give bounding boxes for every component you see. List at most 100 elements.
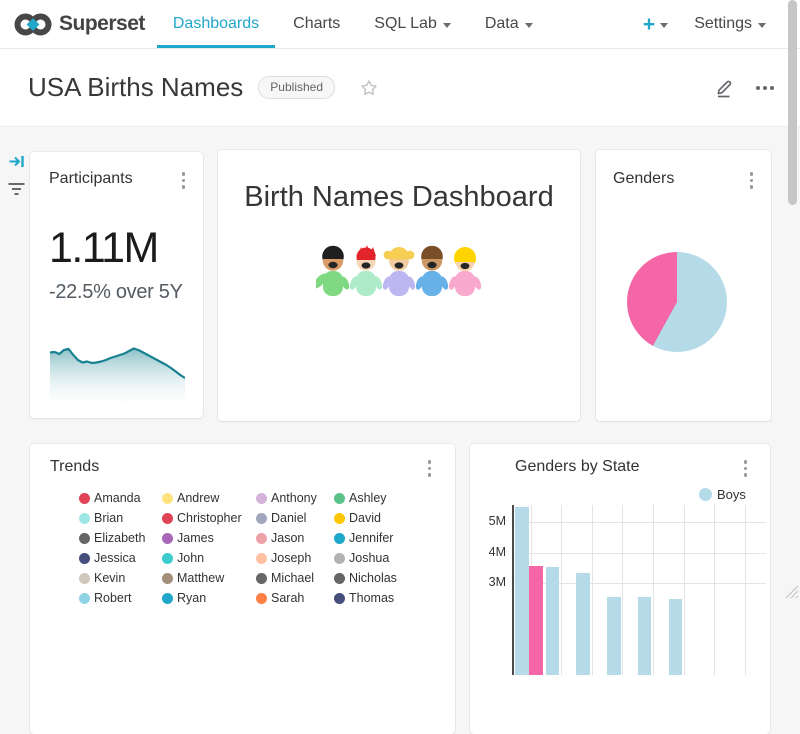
legend-swatch — [334, 553, 345, 564]
legend-label: Nicholas — [349, 571, 397, 585]
nav-item-charts[interactable]: Charts — [291, 0, 342, 48]
dashboard-header: USA Births Names Published — [0, 49, 800, 127]
more-actions-button[interactable] — [756, 82, 774, 94]
genders-pie-chart[interactable] — [627, 252, 727, 352]
nav-item-label: SQL Lab — [374, 15, 437, 33]
legend-item-jennifer[interactable]: Jennifer — [334, 531, 434, 545]
superset-brand[interactable]: Superset — [14, 11, 145, 38]
legend-item-anthony[interactable]: Anthony — [256, 491, 334, 505]
legend-item-robert[interactable]: Robert — [79, 591, 162, 605]
resize-handle-icon[interactable] — [785, 584, 799, 599]
genders-by-state-bar-chart: 5M 4M 3M — [470, 444, 770, 734]
bar-boys-g1[interactable] — [546, 567, 560, 675]
legend-label: Jennifer — [349, 531, 393, 545]
legend-label: Thomas — [349, 591, 394, 605]
legend-item-ashley[interactable]: Ashley — [334, 491, 434, 505]
settings-menu[interactable]: Settings — [694, 15, 766, 33]
nav-item-label: Charts — [293, 15, 340, 33]
legend-item-andrew[interactable]: Andrew — [162, 491, 256, 505]
caret-down-icon — [443, 23, 451, 28]
legend-swatch — [79, 533, 90, 544]
caret-down-icon — [660, 23, 668, 28]
legend-item-nicholas[interactable]: Nicholas — [334, 571, 434, 585]
legend-label: Joshua — [349, 551, 389, 565]
legend-item-david[interactable]: David — [334, 511, 434, 525]
favorite-star-button[interactable] — [359, 78, 379, 98]
expand-filter-bar-icon — [8, 153, 26, 170]
legend-swatch — [162, 593, 173, 604]
legend-swatch — [334, 593, 345, 604]
legend-item-kevin[interactable]: Kevin — [79, 571, 162, 585]
gridline — [622, 505, 623, 675]
markdown-card: Birth Names Dashboard — [218, 150, 580, 421]
legend-item-matthew[interactable]: Matthew — [162, 571, 256, 585]
legend-item-sarah[interactable]: Sarah — [256, 591, 334, 605]
legend-swatch — [162, 553, 173, 564]
legend-swatch — [79, 493, 90, 504]
legend-item-elizabeth[interactable]: Elizabeth — [79, 531, 162, 545]
trends-card: Trends AmandaAndrewAnthonyAshleyBrianChr… — [30, 444, 455, 734]
legend-label: James — [177, 531, 214, 545]
bar-boys-g2[interactable] — [576, 573, 590, 675]
legend-item-brian[interactable]: Brian — [79, 511, 162, 525]
legend-item-james[interactable]: James — [162, 531, 256, 545]
bar-boys-g5[interactable] — [669, 599, 683, 675]
legend-item-amanda[interactable]: Amanda — [79, 491, 162, 505]
legend-item-joseph[interactable]: Joseph — [256, 551, 334, 565]
gridline — [512, 522, 766, 523]
star-outline-icon — [359, 78, 379, 98]
caret-down-icon — [525, 23, 533, 28]
ellipsis-icon — [770, 86, 774, 90]
nav-item-data[interactable]: Data — [483, 0, 535, 48]
legend-item-john[interactable]: John — [162, 551, 256, 565]
legend-label: Kevin — [94, 571, 125, 585]
bar-boys-g4[interactable] — [638, 597, 652, 675]
legend-item-joshua[interactable]: Joshua — [334, 551, 434, 565]
nav-item-label: Data — [485, 15, 519, 33]
ellipsis-icon — [763, 86, 767, 90]
legend-item-jason[interactable]: Jason — [256, 531, 334, 545]
legend-item-thomas[interactable]: Thomas — [334, 591, 434, 605]
legend-item-christopher[interactable]: Christopher — [162, 511, 256, 525]
legend-item-jessica[interactable]: Jessica — [79, 551, 162, 565]
filter-bar-button[interactable] — [7, 181, 26, 202]
gridline — [684, 505, 685, 675]
legend-item-ryan[interactable]: Ryan — [162, 591, 256, 605]
edit-dashboard-button[interactable] — [713, 76, 736, 99]
bar-boys-g0[interactable] — [515, 507, 529, 675]
nav-item-dashboards[interactable]: Dashboards — [171, 0, 261, 48]
legend-label: Jason — [271, 531, 304, 545]
legend-label: Andrew — [177, 491, 219, 505]
y-axis-tick-label: 5M — [472, 514, 506, 528]
y-axis-line — [512, 505, 514, 675]
status-badge[interactable]: Published — [258, 76, 335, 98]
legend-swatch — [256, 493, 267, 504]
legend-swatch — [334, 513, 345, 524]
chart-title: Genders — [613, 170, 674, 188]
legend-label: Matthew — [177, 571, 224, 585]
legend-label: Joseph — [271, 551, 311, 565]
legend-item-michael[interactable]: Michael — [256, 571, 334, 585]
nav-right: + Settings — [643, 14, 766, 35]
nav-item-sql-lab[interactable]: SQL Lab — [372, 0, 453, 48]
y-axis-tick-label: 4M — [472, 545, 506, 559]
gridline — [714, 505, 715, 675]
bar-boys-g3[interactable] — [607, 597, 621, 675]
expand-filter-bar-button[interactable] — [8, 153, 26, 175]
legend-item-daniel[interactable]: Daniel — [256, 511, 334, 525]
gridline — [745, 505, 746, 675]
kebab-menu-icon[interactable] — [426, 458, 434, 479]
legend-label: Anthony — [271, 491, 317, 505]
y-axis-tick-label: 3M — [472, 575, 506, 589]
kebab-menu-icon[interactable] — [748, 170, 756, 191]
legend-swatch — [79, 573, 90, 584]
filter-icon — [7, 181, 26, 197]
genders-by-state-card: Genders by State Boys 5M4M3M — [470, 444, 770, 734]
new-item-button[interactable]: + — [643, 14, 668, 35]
nav-items: Dashboards Charts SQL Lab Data — [171, 0, 535, 48]
legend-label: Elizabeth — [94, 531, 145, 545]
kebab-menu-icon[interactable] — [180, 170, 188, 191]
vertical-scrollbar-thumb[interactable] — [788, 0, 797, 205]
legend-swatch — [79, 593, 90, 604]
bar-girls-g0[interactable] — [529, 566, 543, 675]
